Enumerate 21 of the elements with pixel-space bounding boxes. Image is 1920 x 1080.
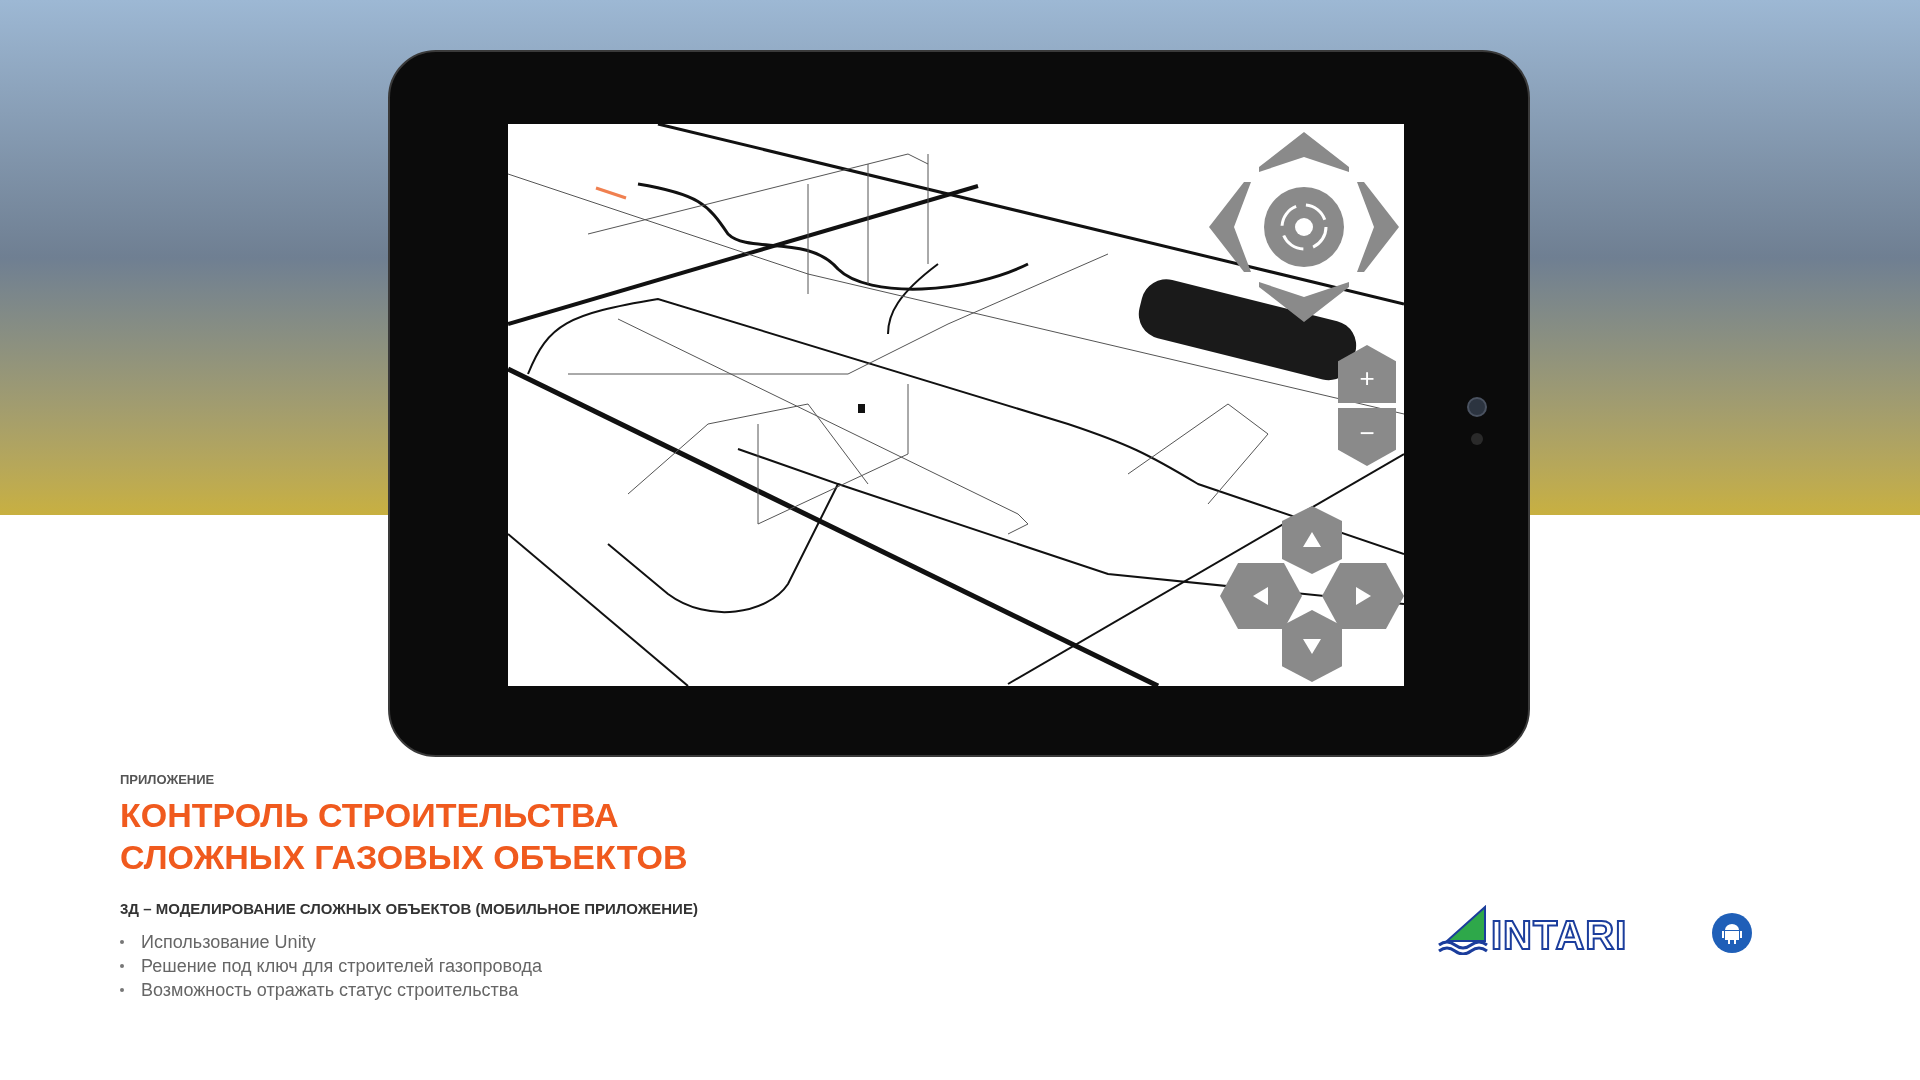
- subtitle: 3Д – МОДЕЛИРОВАНИЕ СЛОЖНЫХ ОБЪЕКТОВ (МОБИЛЬНОЕ ПРИЛОЖЕНИЕ): [120, 898, 698, 919]
- android-icon: [1712, 913, 1752, 953]
- move-left-button[interactable]: [1220, 563, 1302, 629]
- section-label: ПРИЛОЖЕНИЕ: [120, 771, 216, 789]
- move-up-button[interactable]: [1282, 506, 1342, 574]
- bullet-icon: [120, 988, 124, 992]
- bullet-icon: [120, 940, 124, 944]
- logo-wordmark: INTARI: [1491, 915, 1628, 955]
- camera-rotate-pad-icon[interactable]: [1209, 132, 1399, 322]
- page-title: СЛОЖНЫХ ГАЗОВЫХ ОБЪЕКТОВ: [120, 836, 689, 878]
- move-right-button[interactable]: [1322, 563, 1404, 629]
- bullet-text: Использование Unity: [141, 930, 316, 954]
- camera-lens-icon: [1467, 397, 1487, 417]
- page-title: КОНТРОЛЬ СТРОИТЕЛЬСТВА: [120, 794, 620, 836]
- sail-waves-logo-icon: [1437, 905, 1489, 955]
- move-down-button[interactable]: [1282, 610, 1342, 682]
- zoom-out-button[interactable]: −: [1338, 408, 1396, 466]
- bullet-icon: [120, 964, 124, 968]
- bullet-text: Решение под ключ для строителей газопровода: [141, 954, 542, 978]
- zoom-in-button[interactable]: +: [1338, 345, 1396, 403]
- bullet-text: Возможность отражать статус строительства: [141, 978, 519, 1002]
